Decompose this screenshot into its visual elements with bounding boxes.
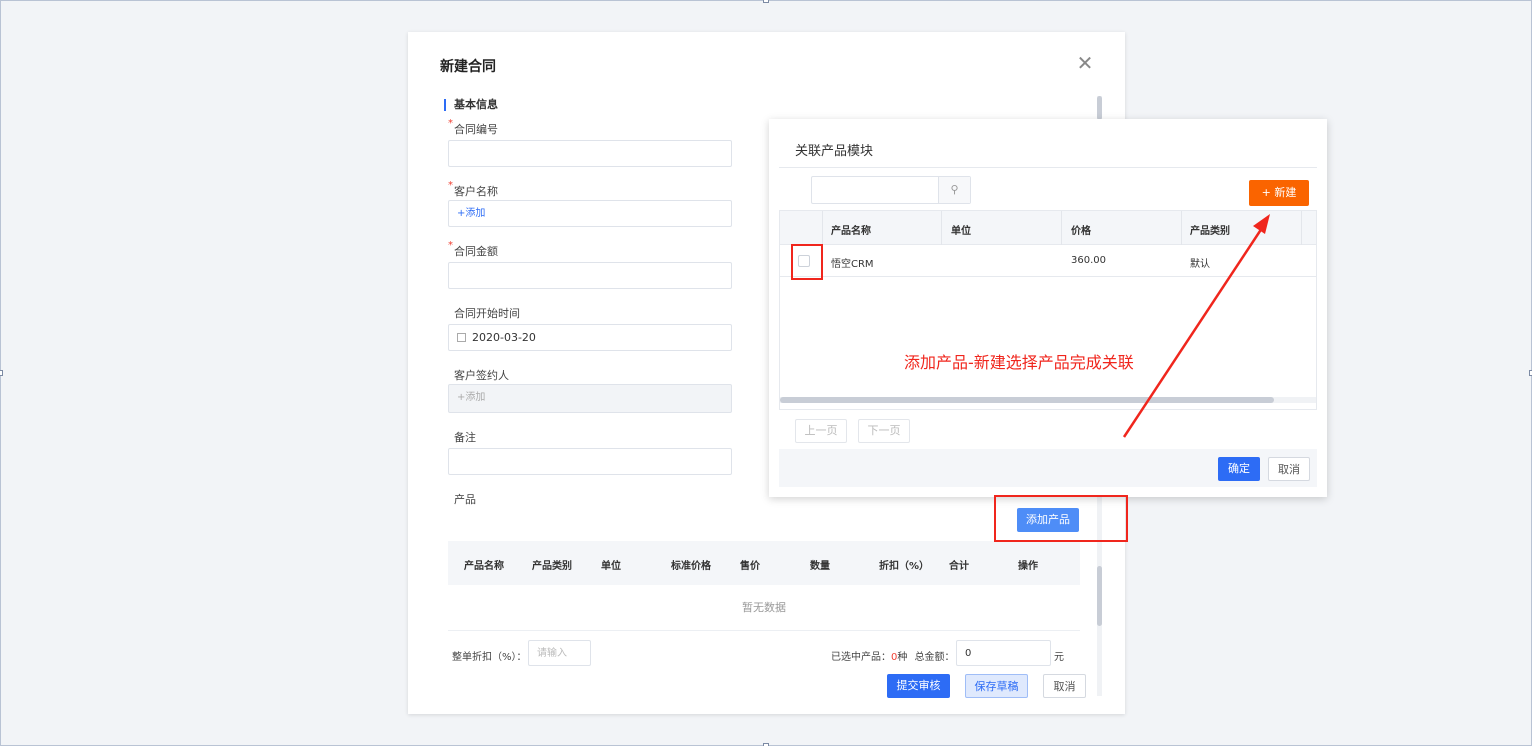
arrow-head xyxy=(1253,214,1270,234)
annotation-arrow xyxy=(1122,214,1270,438)
arrow-line xyxy=(1122,227,1264,438)
